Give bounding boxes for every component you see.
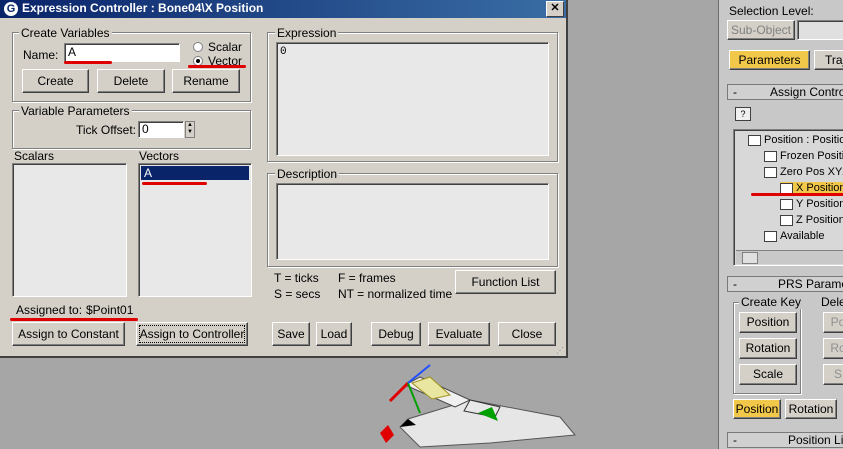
annotation-underline [751,193,843,196]
annotation-underline [10,318,138,321]
variable-parameters-legend: Variable Parameters [19,104,132,118]
title-bar[interactable]: G Expression Controller : Bone04\X Posit… [0,0,566,18]
collapse-icon: - [733,277,737,291]
assigned-to-label: Assigned to: [16,303,83,317]
collapse-icon: - [733,433,737,447]
evaluate-button[interactable]: Evaluate [428,322,490,346]
annotation-underline [188,65,246,68]
description-textarea[interactable] [276,183,549,260]
subobject-dropdown[interactable] [797,20,843,40]
assigned-to-value: $Point01 [86,303,134,317]
selection-level-label: Selection Level: [729,4,814,18]
collapse-icon: - [733,85,737,99]
tab-parameters[interactable]: Parameters [729,50,810,70]
annotation-underline [142,182,207,185]
prs-parameters-rollout[interactable]: - PRS Paramete [727,276,843,292]
delete-rotation-key-button[interactable]: Ro [823,338,843,359]
subobject-button[interactable]: Sub-Object [727,20,795,40]
scalar-label: Scalar [208,40,243,54]
expression-textarea[interactable]: 0 [276,42,549,156]
name-label: Name: [23,48,59,62]
expression-controller-dialog: G Expression Controller : Bone04\X Posit… [0,0,568,358]
list-item[interactable]: A [141,166,249,180]
create-scale-key-button[interactable]: Scale [739,364,797,385]
tick-offset-label: Tick Offset: [76,123,137,137]
assign-to-constant-button[interactable]: Assign to Constant [12,322,125,346]
create-key-legend: Create Key [739,295,804,309]
position-list-rollout[interactable]: - Position List [727,432,843,448]
position-list-header: Position List [788,433,843,447]
name-input[interactable]: A [64,43,180,62]
delete-key-legend: Dele [819,295,843,309]
save-button[interactable]: Save [272,322,310,346]
scalar-radio[interactable] [193,42,203,52]
expression-text: 0 [280,46,287,58]
assign-controller-header: Assign Controlle [770,85,843,99]
tree-horizontal-scrollbar[interactable] [736,250,843,264]
controller-tree[interactable]: Position : Position Frozen Position Zero… [733,129,843,266]
assign-to-controller-button[interactable]: Assign to Controller [136,322,248,346]
tab-trajectories[interactable]: Traj [814,50,843,70]
create-variables-legend: Create Variables [19,26,112,40]
assign-controller-rollout[interactable]: - Assign Controlle [727,84,843,100]
rename-button[interactable]: Rename [172,69,240,93]
ticks-legend: T = ticks [274,271,319,285]
app-icon: G [4,2,18,16]
name-input-value: A [68,45,77,59]
load-button[interactable]: Load [316,322,352,346]
tick-offset-value: 0 [142,122,149,136]
position-tab-button[interactable]: Position [733,399,781,419]
dialog-title: Expression Controller : Bone04\X Positio… [22,1,264,15]
create-rotation-key-button[interactable]: Rotation [739,338,797,359]
expression-legend: Expression [275,26,339,40]
secs-legend: S = secs [274,287,321,301]
delete-button[interactable]: Delete [97,69,165,93]
command-panel: Selection Level: Sub-Object Parameters T… [718,0,843,449]
bone-chain-graphic[interactable] [360,355,610,449]
vectors-label: Vectors [139,149,180,163]
scrollbar-thumb[interactable] [742,252,758,264]
tree-item-available[interactable]: Available [764,230,824,242]
close-icon[interactable]: ✕ [546,1,564,17]
tree-item-z-position[interactable]: Z Position [780,214,843,226]
tree-item-position[interactable]: Position : Position [748,134,843,146]
scalars-label: Scalars [14,149,55,163]
delete-scale-key-button[interactable]: S [823,364,843,385]
rotation-tab-button[interactable]: Rotation [785,399,837,419]
resize-grip-icon[interactable]: ⋰ [556,346,566,356]
tree-item-frozen-position[interactable]: Frozen Position [764,150,843,162]
help-icon[interactable]: ? [735,107,751,121]
function-list-button[interactable]: Function List [455,270,556,294]
create-position-key-button[interactable]: Position [739,312,797,333]
normalized-time-legend: NT = normalized time [338,287,453,301]
frames-legend: F = frames [338,271,396,285]
annotation-underline [64,61,112,64]
prs-parameters-header: PRS Paramete [778,277,843,291]
close-button[interactable]: Close [498,322,556,346]
debug-button[interactable]: Debug [371,322,421,346]
scalars-list[interactable] [12,163,127,297]
description-legend: Description [275,167,340,181]
tree-item-y-position[interactable]: Y Position [780,198,843,210]
create-button[interactable]: Create [22,69,89,93]
tick-offset-spinner[interactable]: ▲ ▼ [185,121,195,138]
delete-position-key-button[interactable]: Po [823,312,843,333]
tick-offset-input[interactable]: 0 [138,121,184,138]
tree-item-zero-pos-xyz[interactable]: Zero Pos XYZ [764,166,843,178]
